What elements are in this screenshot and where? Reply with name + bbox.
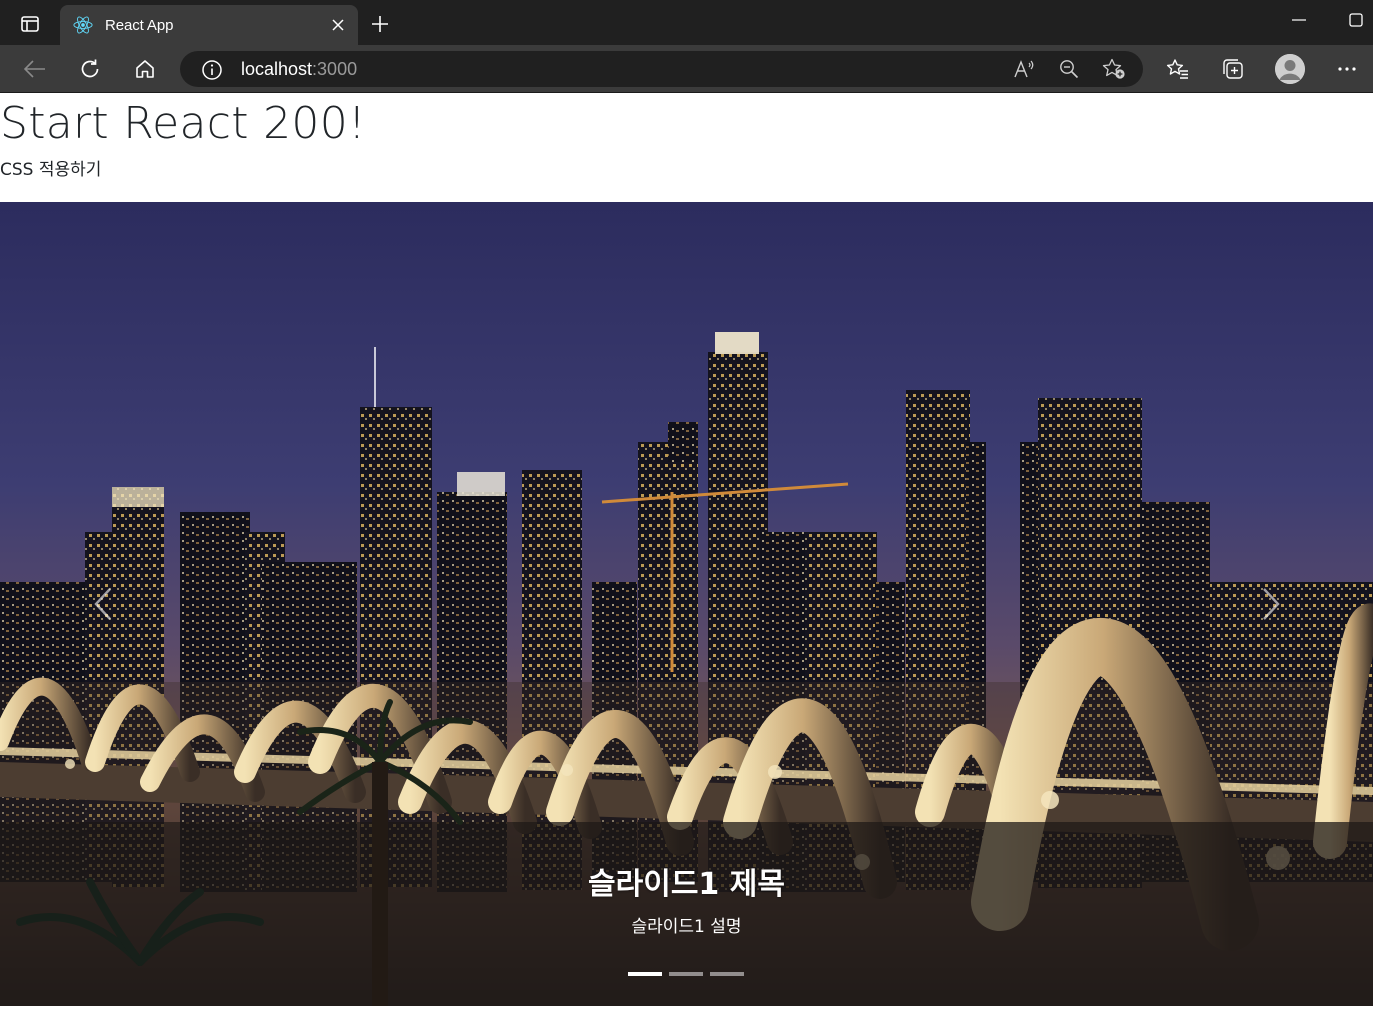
back-button[interactable] [17,52,53,86]
refresh-icon [81,59,99,78]
plus-icon [372,16,388,32]
chevron-right-icon [1262,588,1280,620]
minimize-button[interactable] [1285,10,1313,30]
info-icon[interactable] [200,58,224,82]
page-title: Start React 200! [0,98,366,149]
collections-button[interactable] [1215,52,1251,86]
url-host: localhost [241,59,313,79]
carousel-indicator-3[interactable] [710,972,744,976]
favorites-button[interactable] [1160,52,1196,86]
new-tab-button[interactable] [366,10,394,38]
tab-actions-icon[interactable] [12,8,48,40]
chevron-left-icon [93,588,111,620]
maximize-button[interactable] [1342,6,1370,34]
star-add-icon[interactable] [1100,56,1128,82]
address-bar[interactable]: localhost:3000 [180,51,1143,87]
home-icon [136,60,154,78]
browser-tab-active[interactable]: React App [60,5,358,45]
tab-title: React App [105,16,174,34]
maximize-icon [1349,13,1363,27]
url-port: :3000 [312,59,358,79]
collections-icon [1223,59,1243,79]
carousel-caption: 슬라이드1 제목 슬라이드1 설명 [0,862,1373,940]
arrow-left-icon [24,60,45,78]
react-logo-icon [73,15,93,35]
home-button[interactable] [127,52,163,86]
carousel: 슬라이드1 제목 슬라이드1 설명 [0,202,1373,1006]
profile-avatar-icon[interactable] [1275,54,1305,84]
page-subtitle: CSS 적용하기 [0,160,102,180]
carousel-indicators [628,972,744,976]
zoom-out-icon[interactable] [1055,56,1083,82]
browser-toolbar: localhost:3000 [0,45,1373,93]
more-button[interactable] [1329,52,1365,86]
more-icon [1338,67,1356,71]
carousel-indicator-2[interactable] [669,972,703,976]
slide-description: 슬라이드1 설명 [631,917,742,937]
slide-title: 슬라이드1 제목 [588,867,785,902]
close-icon[interactable] [326,13,350,37]
url-text[interactable]: localhost:3000 [241,58,357,80]
minimize-icon [1292,19,1306,21]
browser-title-bar: React App [0,0,1373,45]
favorites-icon [1166,59,1188,79]
read-aloud-icon[interactable] [1010,56,1038,82]
page-content: Start React 200! CSS 적용하기 슬라이드1 제목 슬라이드1… [0,94,1373,1022]
refresh-button[interactable] [72,52,108,86]
carousel-indicator-1[interactable] [628,972,662,976]
